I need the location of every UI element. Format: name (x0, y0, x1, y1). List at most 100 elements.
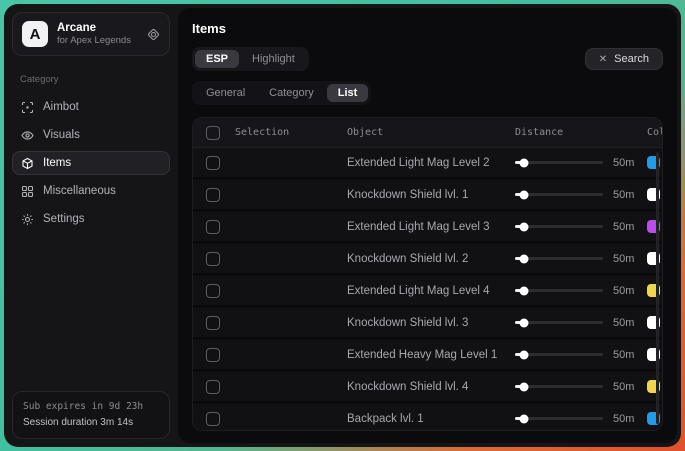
brand-title: Arcane (57, 21, 138, 35)
table-row: Extended Light Mag Level 2 50m (193, 148, 662, 180)
row-distance-value: 50m (613, 317, 634, 329)
table-row: Extended Heavy Mag Level 1 50m (193, 340, 662, 372)
search-button[interactable]: ✕ Search (585, 48, 663, 70)
table-row: Extended Light Mag Level 3 50m (193, 212, 662, 244)
tab-highlight[interactable]: Highlight (241, 50, 306, 68)
sidebar-item-label: Items (43, 157, 71, 169)
search-button-label: Search (614, 53, 649, 65)
package-icon (21, 157, 34, 170)
row-checkbox[interactable] (206, 252, 220, 266)
brand-card: A Arcane for Apex Legends (12, 12, 170, 56)
sidebar-item-aimbot[interactable]: Aimbot (12, 95, 170, 119)
table-row: Knockdown Shield lvl. 1 50m (193, 180, 662, 212)
sidebar-item-label: Miscellaneous (43, 185, 116, 197)
row-checkbox[interactable] (206, 284, 220, 298)
table-header-row: Selection Object Distance Color (193, 118, 662, 148)
row-object-label: Knockdown Shield lvl. 1 (347, 189, 515, 201)
mode-tabs: ESP Highlight (192, 47, 309, 71)
row-distance-value: 50m (613, 221, 634, 233)
distance-slider[interactable] (515, 289, 603, 292)
distance-slider[interactable] (515, 225, 603, 228)
row-object-label: Extended Light Mag Level 2 (347, 157, 515, 169)
column-header-color: Color (647, 127, 663, 138)
eye-icon (21, 129, 34, 142)
slider-thumb[interactable] (519, 222, 528, 231)
select-all-checkbox[interactable] (206, 126, 220, 140)
row-checkbox[interactable] (206, 188, 220, 202)
row-checkbox[interactable] (206, 412, 220, 426)
distance-slider[interactable] (515, 321, 603, 324)
grid-icon (21, 185, 34, 198)
sidebar: A Arcane for Apex Legends Category Aimbo (4, 4, 178, 447)
row-object-label: Knockdown Shield lvl. 2 (347, 253, 515, 265)
column-header-object: Object (347, 127, 515, 138)
slider-thumb[interactable] (519, 254, 528, 263)
distance-slider[interactable] (515, 161, 603, 164)
slider-thumb[interactable] (519, 414, 528, 423)
row-object-label: Backpack lvl. 1 (347, 413, 515, 425)
distance-slider[interactable] (515, 353, 603, 356)
row-object-label: Extended Light Mag Level 4 (347, 285, 515, 297)
distance-slider[interactable] (515, 257, 603, 260)
tab-category[interactable]: Category (258, 84, 325, 102)
main-panel: Items ESP Highlight ✕ Search General Cat… (178, 8, 677, 443)
column-header-selection: Selection (235, 127, 347, 138)
items-table: Selection Object Distance Color Extended… (192, 117, 663, 431)
view-tabs: General Category List (192, 81, 371, 105)
row-distance-value: 50m (613, 253, 634, 265)
row-distance-value: 50m (613, 381, 634, 393)
row-checkbox[interactable] (206, 380, 220, 394)
column-header-distance: Distance (515, 127, 647, 138)
tab-list[interactable]: List (327, 84, 369, 102)
sidebar-item-label: Settings (43, 213, 85, 225)
sub-expiry-text: Sub expires in 9d 23h (23, 400, 159, 415)
row-checkbox[interactable] (206, 316, 220, 330)
row-checkbox[interactable] (206, 156, 220, 170)
page-title: Items (192, 21, 663, 36)
table-body: Extended Light Mag Level 2 50m Knockdown… (193, 148, 662, 431)
table-scrollbar[interactable] (656, 152, 659, 424)
row-distance-value: 50m (613, 285, 634, 297)
row-object-label: Knockdown Shield lvl. 3 (347, 317, 515, 329)
compass-icon[interactable] (147, 28, 160, 41)
sidebar-item-items[interactable]: Items (12, 151, 170, 175)
category-label: Category (20, 74, 164, 85)
app-window: A Arcane for Apex Legends Category Aimbo (4, 4, 681, 447)
sidebar-item-miscellaneous[interactable]: Miscellaneous (12, 179, 170, 203)
distance-slider[interactable] (515, 417, 603, 420)
row-distance-value: 50m (613, 157, 634, 169)
row-object-label: Extended Heavy Mag Level 1 (347, 349, 515, 361)
row-object-label: Extended Light Mag Level 3 (347, 221, 515, 233)
gear-icon (21, 213, 34, 226)
row-distance-value: 50m (613, 413, 634, 425)
slider-thumb[interactable] (519, 382, 528, 391)
table-row: Knockdown Shield lvl. 4 50m (193, 372, 662, 404)
brand-logo: A (22, 21, 48, 47)
slider-thumb[interactable] (519, 350, 528, 359)
row-object-label: Knockdown Shield lvl. 4 (347, 381, 515, 393)
distance-slider[interactable] (515, 193, 603, 196)
slider-thumb[interactable] (519, 190, 528, 199)
table-row: Knockdown Shield lvl. 3 50m (193, 308, 662, 340)
distance-slider[interactable] (515, 385, 603, 388)
tab-general[interactable]: General (195, 84, 256, 102)
slider-thumb[interactable] (519, 158, 528, 167)
search-icon: ✕ (599, 54, 607, 65)
slider-thumb[interactable] (519, 286, 528, 295)
row-distance-value: 50m (613, 349, 634, 361)
table-row: Extended Light Mag Level 4 50m (193, 276, 662, 308)
crosshair-icon (21, 101, 34, 114)
tab-esp[interactable]: ESP (195, 50, 239, 68)
session-card: Sub expires in 9d 23h Session duration 3… (12, 391, 170, 439)
sidebar-item-visuals[interactable]: Visuals (12, 123, 170, 147)
table-row: Knockdown Shield lvl. 2 50m (193, 244, 662, 276)
row-checkbox[interactable] (206, 220, 220, 234)
brand-subtitle: for Apex Legends (57, 35, 138, 47)
table-row: Backpack lvl. 1 50m (193, 404, 662, 431)
sidebar-item-label: Aimbot (43, 101, 79, 113)
sidebar-item-settings[interactable]: Settings (12, 207, 170, 231)
row-checkbox[interactable] (206, 348, 220, 362)
row-distance-value: 50m (613, 189, 634, 201)
slider-thumb[interactable] (519, 318, 528, 327)
sidebar-item-label: Visuals (43, 129, 80, 141)
